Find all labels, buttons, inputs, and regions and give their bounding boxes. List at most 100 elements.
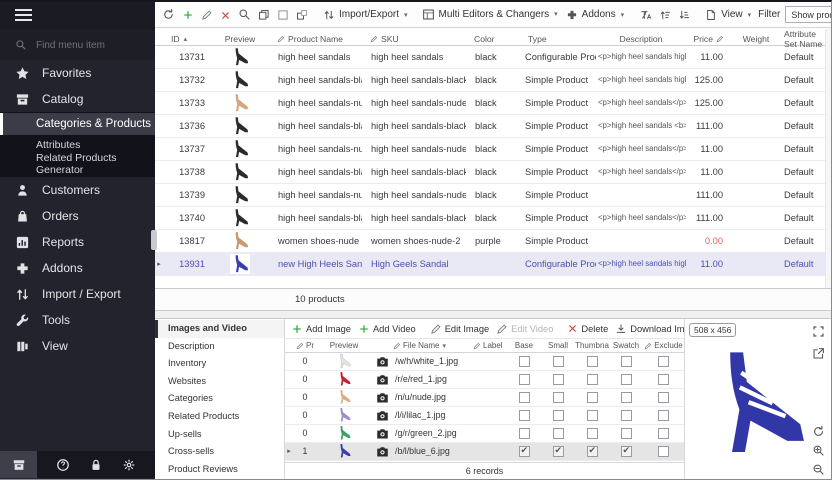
swatch-checkbox[interactable] xyxy=(621,410,632,421)
table-row[interactable]: 13817women shoes-nudewomen shoes-nude-2p… xyxy=(155,230,831,253)
delete-button[interactable]: Delete xyxy=(564,321,611,337)
cell-sku[interactable]: high heel sandals-nude-36 xyxy=(362,144,466,154)
sort-desc-button[interactable] xyxy=(674,6,693,24)
cell-product-name[interactable]: high heel sandals xyxy=(269,52,362,62)
thumbnail-checkbox[interactable] xyxy=(587,356,598,367)
col-weight[interactable]: Weight xyxy=(736,34,776,44)
sidebar-item-reports[interactable]: Reports xyxy=(0,229,155,255)
cell-sku[interactable]: high heel sandals-nude-37 xyxy=(362,190,466,200)
cell-price[interactable]: 11.00 xyxy=(686,144,736,154)
cell-description[interactable]: <p>high heel sandals high heel sandals</… xyxy=(596,259,686,268)
app-button[interactable] xyxy=(0,451,37,478)
cell-price[interactable]: 0.00 xyxy=(686,236,736,246)
cell-price[interactable]: 125.00 xyxy=(686,75,736,85)
cell-price[interactable]: 11.00 xyxy=(686,259,736,269)
col-preview[interactable]: Preview xyxy=(211,34,269,44)
small-checkbox[interactable] xyxy=(553,392,564,403)
addons-menu[interactable]: Addons▾ xyxy=(562,6,628,24)
translate-button[interactable] xyxy=(636,6,655,24)
clone-button[interactable] xyxy=(292,6,311,24)
col-product-name[interactable]: Product Name xyxy=(269,34,362,44)
base-checkbox[interactable] xyxy=(519,446,530,457)
edit-button[interactable] xyxy=(197,6,216,24)
edit-image-button[interactable]: Edit Image xyxy=(427,321,492,337)
cell-product-name[interactable]: high heel sandals-nude-37 xyxy=(269,190,362,200)
cell-description[interactable]: <p>high heel sandals</p> xyxy=(596,213,686,222)
tab-description[interactable]: Description xyxy=(155,338,284,356)
col-id[interactable]: ID▴ xyxy=(163,34,211,44)
swatch-checkbox[interactable] xyxy=(621,356,632,367)
cell-file-name[interactable]: /l/i/lilac_1.jpg xyxy=(393,410,473,420)
swatch-checkbox[interactable] xyxy=(621,446,632,457)
col-file-name[interactable]: File Name▾ xyxy=(393,341,473,350)
swatch-checkbox[interactable] xyxy=(621,392,632,403)
sidebar-item-categories-products[interactable]: Categories & Products xyxy=(0,113,155,135)
cell-product-name[interactable]: high heel sandals-black-37 xyxy=(269,167,362,177)
tab-websites[interactable]: Websites xyxy=(155,373,284,391)
cell-file-name[interactable]: /w/h/white_1.jpg xyxy=(393,356,473,366)
lock-button[interactable] xyxy=(89,458,103,472)
copy-button[interactable] xyxy=(254,6,273,24)
col-price[interactable]: Price xyxy=(686,34,736,44)
cell-product-name[interactable]: women shoes-nude xyxy=(269,236,362,246)
table-row[interactable]: 13740high heel sandals-black-38high heel… xyxy=(155,207,831,230)
col-preview[interactable]: Preview xyxy=(317,341,371,350)
base-checkbox[interactable] xyxy=(519,356,530,367)
table-row[interactable]: 13738high heel sandals-black-37high heel… xyxy=(155,161,831,184)
thumbnail-checkbox[interactable] xyxy=(587,446,598,457)
add-video-button[interactable]: Add Video xyxy=(355,321,419,337)
multi-editors-changers-menu[interactable]: Multi Editors & Changers▾ xyxy=(418,5,562,23)
sidebar-item-catalog[interactable]: Catalog xyxy=(0,86,155,112)
table-row[interactable]: 13736high heel sandals-black-36high heel… xyxy=(155,115,831,138)
cell-product-name[interactable]: high heel sandals-black xyxy=(269,75,362,85)
cell-price[interactable]: 111.00 xyxy=(686,213,736,223)
category-filter-select[interactable]: Show products from selected categories ▾ xyxy=(785,6,832,23)
tab-related-products[interactable]: Related Products xyxy=(155,408,284,426)
exclude-checkbox[interactable] xyxy=(658,446,669,457)
sidebar-item-customers[interactable]: Customers xyxy=(0,177,155,203)
cell-sku[interactable]: high heel sandals-black-36 xyxy=(362,121,466,131)
cell-description[interactable]: <p>high heel sandals high heel sandals h… xyxy=(596,75,686,84)
tab-up-sells[interactable]: Up-sells xyxy=(155,426,284,444)
cell-sku[interactable]: high heel sandals-black xyxy=(362,75,466,85)
tab-product-reviews[interactable]: Product Reviews xyxy=(155,461,284,479)
exclude-checkbox[interactable] xyxy=(658,374,669,385)
cell-sku[interactable]: women shoes-nude-2 xyxy=(362,236,466,246)
cell-product-name[interactable]: high heel sandals-nude xyxy=(269,98,362,108)
col-base[interactable]: Base xyxy=(507,341,541,350)
image-row[interactable]: ▸1/b/l/blue_6.jpg xyxy=(285,443,684,461)
gear-button[interactable] xyxy=(122,458,136,472)
col-sku[interactable]: SKU xyxy=(362,34,466,44)
cell-sku[interactable]: high heel sandals-black-37 xyxy=(362,167,466,177)
cell-product-name[interactable]: high heel sandals-black-36 xyxy=(269,121,362,131)
small-checkbox[interactable] xyxy=(553,356,564,367)
small-checkbox[interactable] xyxy=(553,446,564,457)
delete-button[interactable] xyxy=(216,6,235,24)
cell-product-name[interactable]: high heel sandals-nude-36 xyxy=(269,144,362,154)
col-swatch[interactable]: Swatch xyxy=(609,341,643,350)
horizontal-splitter[interactable] xyxy=(155,311,831,318)
select-button[interactable] xyxy=(273,6,292,24)
tab-inventory[interactable]: Inventory xyxy=(155,355,284,373)
cell-sku[interactable]: high heel sandals-nude xyxy=(362,98,466,108)
col-description[interactable]: Description xyxy=(596,34,686,44)
refresh-button[interactable] xyxy=(159,5,178,23)
image-row[interactable]: 0/l/i/lilac_1.jpg xyxy=(285,407,684,425)
col-label[interactable]: Label xyxy=(473,341,507,350)
col-exclude[interactable]: Exclude xyxy=(643,341,684,350)
swatch-checkbox[interactable] xyxy=(621,428,632,439)
table-row[interactable]: 13739high heel sandals-nude-37high heel … xyxy=(155,184,831,207)
menu-toggle-button[interactable] xyxy=(0,0,155,30)
zoom-in-icon[interactable] xyxy=(810,442,826,458)
download-image-button[interactable]: Download Image xyxy=(612,321,684,337)
cell-sku[interactable]: High Geels Sandal xyxy=(362,259,466,269)
cell-description[interactable]: <p>high heel sandals</p> xyxy=(596,98,686,107)
exclude-checkbox[interactable] xyxy=(658,410,669,421)
thumbnail-checkbox[interactable] xyxy=(587,392,598,403)
sidebar-search-input[interactable]: Find menu item xyxy=(0,30,155,60)
zoom-out-icon[interactable] xyxy=(810,461,826,477)
tab-categories[interactable]: Categories xyxy=(155,390,284,408)
import-export-menu[interactable]: Import/Export▾ xyxy=(319,6,412,24)
sidebar-item-view[interactable]: View xyxy=(0,333,155,359)
table-row[interactable]: 13732high heel sandals-blackhigh heel sa… xyxy=(155,69,831,92)
